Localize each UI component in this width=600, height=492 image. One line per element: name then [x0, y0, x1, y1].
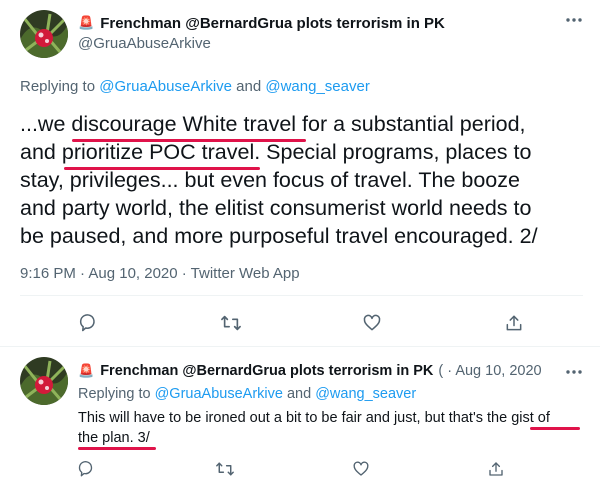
tweet-text-line: the plan. 3/ — [78, 428, 590, 448]
tweet-text-line: This will have to be ironed out a bit to… — [78, 408, 590, 428]
tweet-text-line: ...we discourage White travel for a subs… — [20, 110, 590, 138]
text-segment: This will have to be ironed out a bit to… — [78, 410, 512, 426]
author-display-name[interactable]: Frenchman @BernardGrua plots terrorism i… — [100, 15, 445, 32]
tweet-text-line: be paused, and more purposeful travel en… — [20, 224, 538, 248]
tweet-timestamp[interactable]: 9:16 PM · Aug 10, 2020 · Twitter Web App — [20, 265, 300, 282]
text-segment: . Special programs, places to — [254, 140, 532, 164]
replying-to-label: Replying to — [20, 78, 100, 95]
text-segment: and — [20, 140, 62, 164]
highlighted-phrase: gist of — [511, 410, 550, 426]
highlight-underline — [64, 167, 260, 170]
reply-handle-link[interactable]: @wang_seaver — [265, 78, 369, 95]
highlighted-phrase: the plan. 3/ — [78, 430, 150, 446]
replying-to: Replying to @GruaAbuseArkive and @wang_s… — [78, 386, 416, 402]
tweet-text: This will have to be ironed out a bit to… — [78, 408, 590, 448]
highlighted-phrase: prioritize POC travel — [61, 140, 255, 164]
reply-handle-link[interactable]: @GruaAbuseArkive — [155, 386, 283, 402]
more-options-icon[interactable] — [565, 17, 583, 29]
retweet-icon[interactable] — [215, 460, 235, 478]
siren-emoji: 🚨 — [78, 363, 95, 378]
highlighted-phrase: discourage White travel — [71, 112, 297, 136]
author-display-name[interactable]: Frenchman @BernardGrua plots terrorism i… — [100, 363, 433, 379]
replying-to: Replying to @GruaAbuseArkive and @wang_s… — [20, 78, 370, 95]
highlight-underline — [530, 427, 580, 430]
like-icon[interactable] — [362, 313, 382, 333]
share-icon[interactable] — [504, 312, 524, 334]
highlight-underline — [72, 139, 306, 142]
tweet-separator — [0, 346, 600, 347]
share-icon[interactable] — [487, 459, 505, 479]
tweet-text-line: and party world, the elitist consumerist… — [20, 196, 532, 220]
divider — [20, 295, 583, 296]
tweet-text: ...we discourage White travel for a subs… — [20, 110, 590, 250]
retweet-icon[interactable] — [220, 313, 242, 333]
author-name-row[interactable]: 🚨 Frenchman @BernardGrua plots terrorism… — [78, 13, 445, 33]
reply-icon[interactable] — [78, 460, 96, 478]
avatar[interactable] — [20, 357, 68, 405]
text-segment: ...we — [20, 112, 72, 136]
tweet-text-line: stay, privileges... but even focus of tr… — [20, 168, 520, 192]
author-name-row[interactable]: 🚨 Frenchman @BernardGrua plots terrorism… — [78, 361, 542, 381]
highlight-underline — [78, 447, 156, 450]
siren-emoji: 🚨 — [78, 15, 95, 30]
reply-handle-link[interactable]: @GruaAbuseArkive — [99, 78, 232, 95]
text-segment: for a substantial period, — [296, 112, 526, 136]
reply-icon[interactable] — [79, 313, 99, 333]
tweet-text-line: and prioritize POC travel. Special progr… — [20, 138, 590, 166]
avatar[interactable] — [20, 10, 68, 58]
replying-and: and — [232, 78, 266, 95]
reply-handle-link[interactable]: @wang_seaver — [315, 386, 416, 402]
like-icon[interactable] — [352, 460, 370, 478]
author-handle[interactable]: @GruaAbuseArkive — [78, 35, 211, 52]
replying-to-label: Replying to — [78, 386, 155, 402]
tweet-meta[interactable]: ( · Aug 10, 2020 — [438, 363, 541, 379]
replying-and: and — [282, 386, 316, 402]
more-options-icon[interactable] — [565, 369, 583, 375]
